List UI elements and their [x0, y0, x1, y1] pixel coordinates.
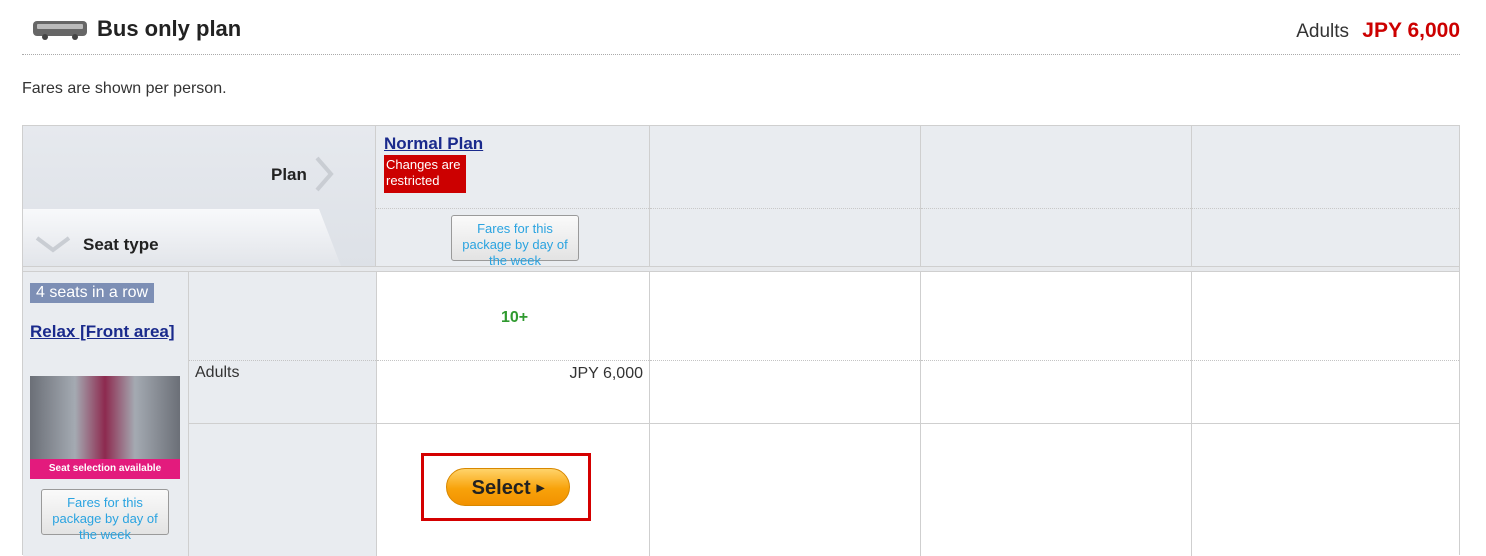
empty-plan-column-header — [649, 126, 920, 266]
availability-indicator: 10+ — [501, 309, 529, 326]
row-label-cell: Adults — [188, 272, 376, 556]
table-corner-header: Plan Seat type — [23, 126, 375, 266]
select-button-label: Select — [471, 477, 531, 499]
fare-price: JPY 6,000 — [569, 365, 643, 382]
seat-layout-badge: 4 seats in a row — [30, 283, 155, 303]
header-price-value: JPY 6,000 — [1362, 19, 1460, 42]
restriction-badge: Changes are restricted — [384, 155, 466, 193]
plan-fare-cell: 10+ JPY 6,000 Select ▶ — [376, 272, 649, 556]
plan-fares-by-day-button[interactable]: Fares for this package by day of the wee… — [451, 215, 579, 268]
select-highlight-box: Select ▶ — [421, 453, 591, 521]
seat-photo: Seat selection available — [30, 376, 180, 479]
seat-type-header-label: Seat type — [83, 235, 159, 254]
plan-header-label: Plan — [271, 165, 307, 184]
chevron-down-icon — [35, 236, 71, 253]
plan-name-link[interactable]: Normal Plan — [384, 134, 483, 154]
play-arrow-icon: ▶ — [536, 482, 545, 494]
empty-plan-column-header — [1191, 126, 1459, 266]
seat-type-link[interactable]: Relax [Front area] — [30, 316, 180, 348]
seat-type-cell: 4 seats in a row Relax [Front area] Seat… — [23, 272, 188, 556]
empty-fare-cell — [1191, 272, 1459, 556]
page-title: Bus only plan — [97, 16, 242, 41]
seat-fares-by-day-button[interactable]: Fares for this package by day of the wee… — [41, 489, 169, 542]
fares-note: Fares are shown per person. — [22, 80, 227, 97]
header-price: Adults JPY 6,000 — [1296, 19, 1460, 43]
header: Bus only plan Adults JPY 6,000 — [22, 0, 1460, 55]
seat-photo-caption: Seat selection available — [30, 459, 180, 479]
fare-table: Plan Seat type Normal Plan Changes are r… — [22, 125, 1460, 556]
adults-row-label: Adults — [195, 364, 240, 381]
chevron-right-icon — [315, 156, 334, 192]
select-button[interactable]: Select ▶ — [446, 468, 570, 506]
header-price-label: Adults — [1296, 21, 1350, 42]
plan-column-header: Normal Plan Changes are restricted Fares… — [375, 126, 649, 268]
empty-plan-column-header — [920, 126, 1191, 266]
empty-fare-cell — [649, 272, 920, 556]
bus-icon — [33, 21, 87, 40]
empty-fare-cell — [920, 272, 1191, 556]
